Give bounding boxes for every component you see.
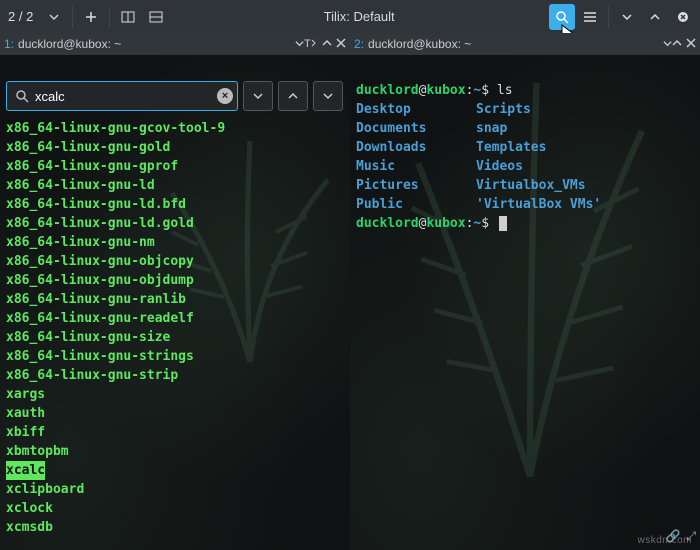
watermark: wskdn.com: [637, 535, 692, 546]
add-tab-button[interactable]: [78, 4, 104, 30]
result-item: x86_64-linux-gnu-ld.gold: [6, 216, 194, 231]
chevron-down-icon[interactable]: [295, 37, 304, 51]
search-icon: [15, 89, 29, 103]
close-pane-icon[interactable]: [336, 37, 346, 51]
search-prev-button[interactable]: [278, 81, 308, 111]
pane-number: 2:: [354, 37, 364, 51]
result-item: xbiff: [6, 425, 45, 440]
maximize-button[interactable]: [642, 4, 668, 30]
search-options-button[interactable]: [243, 81, 273, 111]
chevron-down-icon[interactable]: [663, 37, 672, 51]
result-item: xclock: [6, 501, 53, 516]
minimize-button[interactable]: [614, 4, 640, 30]
directory-entry: Templates: [476, 138, 596, 157]
result-item: xclipboard: [6, 482, 84, 497]
prompt-line: ducklord@kubox:~$: [356, 214, 694, 233]
search-results-list: x86_64-linux-gnu-gcov-tool-9 x86_64-linux…: [6, 119, 350, 550]
terminal-body[interactable]: ducklord@kubox:~$ ls DesktopScriptsDocum…: [350, 55, 700, 550]
directory-entry: Music: [356, 157, 476, 176]
search-input[interactable]: xcalc ×: [6, 81, 238, 111]
menu-button[interactable]: [577, 4, 603, 30]
terminal-output: ducklord@kubox:~$ ls DesktopScriptsDocum…: [356, 81, 694, 233]
terminal-body[interactable]: xcalc × x86_64-linux-gnu-gcov-tool-9x86_…: [0, 55, 350, 550]
search-button[interactable]: [549, 4, 575, 30]
titlebar: 2 / 2 Tilix: Default: [0, 0, 700, 33]
window-title: Tilix: Default: [169, 9, 549, 24]
search-next-button[interactable]: [313, 81, 343, 111]
separator: [109, 6, 110, 28]
result-item: x86_64-linux-gnu-gprof: [6, 159, 178, 174]
result-item: x86_64-linux-gnu-ld.bfd: [6, 197, 186, 212]
clear-search-icon[interactable]: ×: [217, 88, 233, 104]
pane-title: ducklord@kubox: ~: [368, 37, 659, 51]
close-pane-icon[interactable]: [686, 37, 696, 51]
result-item: x86_64-linux-gnu-readelf: [6, 311, 194, 326]
directory-entry: Virtualbox_VMs: [476, 176, 596, 195]
prompt-user: ducklord: [356, 83, 419, 98]
directory-entry: Public: [356, 195, 476, 214]
command-text: ls: [497, 83, 513, 98]
split-right-button[interactable]: [115, 4, 141, 30]
directory-entry: Desktop: [356, 100, 476, 119]
result-item: xcmsdb: [6, 520, 53, 535]
result-item: x86_64-linux-gnu-gcov-tool-9: [6, 121, 225, 136]
pane-number: 1:: [4, 37, 14, 51]
result-item: x86_64-linux-gnu-nm: [6, 235, 155, 250]
pane-header: 2: ducklord@kubox: ~: [350, 33, 700, 55]
prompt-line: ducklord@kubox:~$ ls: [356, 81, 694, 100]
split-down-button[interactable]: [143, 4, 169, 30]
maximize-pane-icon[interactable]: [672, 37, 682, 51]
result-item: xbmtopbm: [6, 444, 69, 459]
result-item: xargs: [6, 387, 45, 402]
directory-entry: Documents: [356, 119, 476, 138]
result-item: x86_64-linux-gnu-objdump: [6, 273, 194, 288]
session-count: 2 / 2: [4, 9, 39, 24]
listing-row: PicturesVirtualbox_VMs: [356, 176, 694, 195]
directory-entry: Pictures: [356, 176, 476, 195]
result-item: x86_64-linux-gnu-ranlib: [6, 292, 186, 307]
separator: [608, 6, 609, 28]
maximize-pane-icon[interactable]: [322, 37, 332, 51]
directory-entry: 'VirtualBox VMs': [476, 195, 596, 214]
result-item: x86_64-linux-gnu-strings: [6, 349, 194, 364]
close-button[interactable]: [670, 4, 696, 30]
sync-input-icon[interactable]: T: [304, 37, 318, 52]
result-item: x86_64-linux-gnu-objcopy: [6, 254, 194, 269]
cursor: [499, 216, 507, 231]
result-item: xauth: [6, 406, 45, 421]
separator: [72, 6, 73, 28]
directory-entry: Scripts: [476, 100, 596, 119]
result-item: x86_64-linux-gnu-gold: [6, 140, 170, 155]
directory-entry: Downloads: [356, 138, 476, 157]
pane-header: 1: ducklord@kubox: ~ T: [0, 33, 350, 55]
directory-entry: snap: [476, 119, 596, 138]
result-item: x86_64-linux-gnu-size: [6, 330, 170, 345]
result-item: x86_64-linux-gnu-ld: [6, 178, 155, 193]
listing-row: Documentssnap: [356, 119, 694, 138]
directory-entry: Videos: [476, 157, 596, 176]
prompt-host: kubox: [426, 83, 465, 98]
listing-row: MusicVideos: [356, 157, 694, 176]
svg-text:T: T: [304, 38, 311, 49]
chevron-down-icon[interactable]: [41, 4, 67, 30]
listing-row: Public'VirtualBox VMs': [356, 195, 694, 214]
listing-row: DesktopScripts: [356, 100, 694, 119]
pane-title: ducklord@kubox: ~: [18, 37, 291, 51]
listing-row: DownloadsTemplates: [356, 138, 694, 157]
result-item: x86_64-linux-gnu-strip: [6, 368, 178, 383]
terminal-pane-left[interactable]: 1: ducklord@kubox: ~ T: [0, 33, 350, 550]
search-query-text: xcalc: [35, 89, 217, 104]
search-bar: xcalc ×: [6, 81, 343, 111]
terminal-pane-right[interactable]: 2: ducklord@kubox: ~ ducklord@: [350, 33, 700, 550]
result-item: xcalc: [6, 461, 45, 480]
